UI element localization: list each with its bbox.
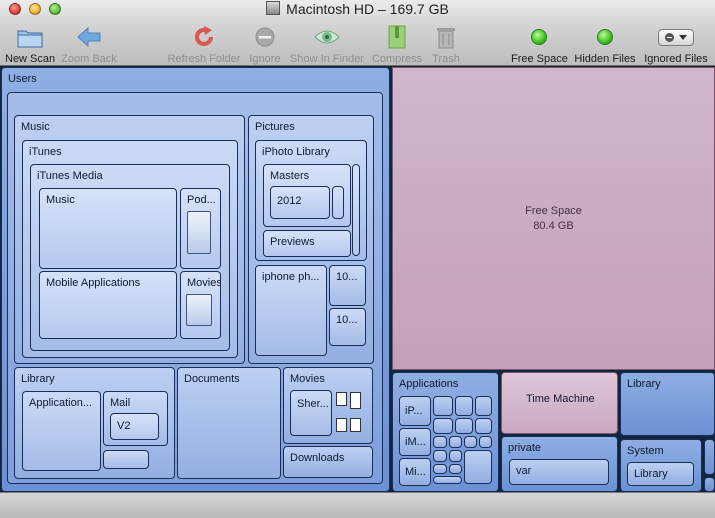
folder-application-support[interactable]: Application... [22,391,101,471]
file-block [187,211,211,254]
disk-treemap: Users Music iTunes iTunes Media Music Po… [0,66,715,492]
folder-library-root[interactable]: Library [620,372,715,436]
folder-system-library[interactable]: Library [627,462,694,486]
folder-var[interactable]: var [509,459,609,485]
app-im[interactable]: iM... [399,428,431,456]
folder-icon [17,30,43,48]
folder-time-machine[interactable]: Time Machine [501,372,618,434]
app-block[interactable] [449,450,462,462]
folder-downloads[interactable]: Downloads [283,446,373,478]
app-block[interactable] [464,436,477,448]
folder-previews[interactable]: Previews [263,230,351,257]
trash-icon [437,28,455,49]
app-block[interactable] [455,396,473,416]
title-bar: Macintosh HD – 169.7 GB New Scan Zoom Ba… [0,0,715,66]
app-block[interactable] [433,418,453,434]
compress-button[interactable]: Compress [371,24,423,65]
file-block [186,294,212,326]
folder-podcasts[interactable]: Pod... [180,188,221,269]
trash-button[interactable]: Trash [429,24,463,65]
free-space-block[interactable]: Free Space 80.4 GB [392,67,715,370]
app-block[interactable] [433,396,453,416]
folder-documents[interactable]: Documents [177,367,281,479]
folder-2012[interactable]: 2012 [270,186,330,219]
folder-small[interactable] [704,439,715,475]
hidden-files-toggle[interactable]: Hidden Files [573,24,637,65]
folder-iphone-photos[interactable]: iphone ph... [255,265,327,356]
ignored-files-menu[interactable]: Ignored Files [643,24,709,65]
compress-icon [388,25,406,49]
app-block[interactable] [449,464,462,474]
zoom-back-button[interactable]: Zoom Back [60,24,118,65]
green-dot-icon [597,29,613,45]
ignore-icon [255,27,275,47]
app-block[interactable] [433,436,447,448]
folder-10-a[interactable]: 10... [329,265,366,306]
document-icon [350,392,361,409]
minus-dropdown-icon [658,28,694,46]
document-icon [336,418,347,432]
folder-itunes-movies[interactable]: Movies [180,271,221,339]
back-arrow-icon [77,26,101,48]
folder-small[interactable] [352,164,360,256]
app-block[interactable] [449,436,462,448]
green-dot-icon [531,29,547,45]
new-scan-button[interactable]: New Scan [5,24,55,65]
document-icon [336,392,347,406]
folder-small[interactable] [103,450,149,469]
app-block[interactable] [475,396,492,416]
app-block[interactable] [455,418,473,434]
window-title: Macintosh HD – 169.7 GB [0,1,715,17]
folder-itunes-music[interactable]: Music [39,188,177,269]
app-block[interactable] [464,450,492,484]
refresh-icon [195,26,213,46]
app-ip[interactable]: iP... [399,396,431,426]
status-bar [0,492,715,518]
app-mi[interactable]: Mi... [399,458,431,486]
folder-v2[interactable]: V2 [110,413,159,440]
app-block[interactable] [433,464,447,474]
hard-disk-icon [266,1,281,15]
app-block[interactable] [479,436,492,448]
folder-small[interactable] [704,477,715,492]
folder-mobile-applications[interactable]: Mobile Applications [39,271,177,339]
refresh-folder-button[interactable]: Refresh Folder [167,24,241,65]
folder-small[interactable] [332,186,344,219]
folder-sher[interactable]: Sher... [290,390,332,436]
app-block[interactable] [433,450,447,462]
app-block[interactable] [475,418,492,434]
ignore-button[interactable]: Ignore [247,24,283,65]
document-icon [350,418,361,432]
folder-10-b[interactable]: 10... [329,308,366,346]
eye-icon [314,30,340,44]
free-space-toggle[interactable]: Free Space [511,24,568,65]
show-in-finder-button[interactable]: Show In Finder [289,24,365,65]
app-block[interactable] [433,476,462,484]
